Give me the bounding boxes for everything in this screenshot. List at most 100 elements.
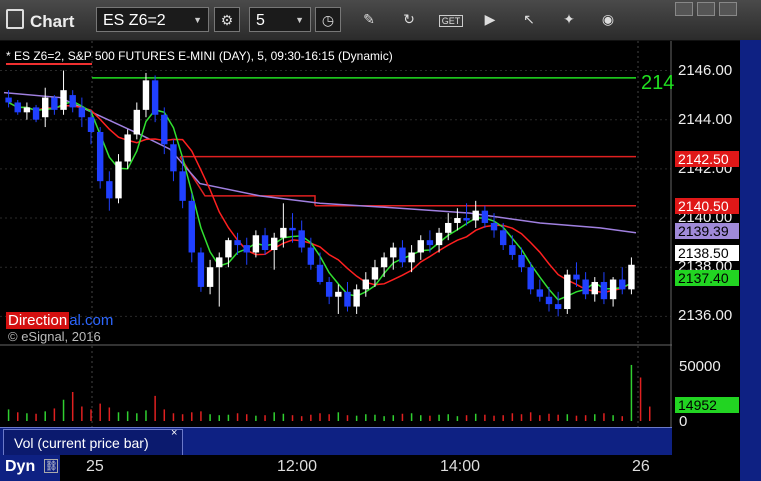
clock-icon: ◷ — [321, 12, 335, 28]
candle-body — [60, 90, 67, 110]
price-tick-label: 2136.00 — [678, 307, 733, 325]
green-level-text: 214 — [641, 72, 675, 94]
level-tag-red-upper: 2142.50 — [675, 151, 739, 167]
ma-green-tag: 2137.40 — [675, 270, 739, 286]
legend-color-line — [6, 63, 92, 65]
last-price-tag: 2138.50 — [675, 245, 739, 261]
dynamic-label[interactable]: Dyn — [5, 458, 35, 476]
price-tick-label: 2144.00 — [678, 110, 733, 128]
right-scrollbar[interactable] — [740, 40, 761, 481]
study-panel-bar: Vol (current price bar) — [0, 427, 672, 456]
candle-body — [243, 245, 250, 253]
time-label-25: 25 — [86, 458, 104, 475]
grid — [0, 41, 671, 427]
candle-body — [380, 257, 388, 268]
price-tick-label: 2146.00 — [678, 61, 733, 79]
volume-tag: 14952 — [675, 397, 739, 413]
window-title: Chart — [6, 9, 74, 32]
window-controls — [645, 2, 755, 16]
candle-body — [289, 227, 296, 231]
candle-body — [408, 252, 415, 263]
candle-body — [582, 279, 589, 295]
candle-body — [609, 279, 617, 300]
refresh-button[interactable]: ↻ — [396, 7, 422, 32]
candle-body — [371, 267, 379, 280]
candle-body — [142, 80, 150, 110]
candle-body — [527, 267, 534, 290]
symbol-selector[interactable]: ES Z6=2 ▼ — [96, 7, 209, 32]
candle-body — [509, 245, 516, 255]
price-chart[interactable] — [0, 41, 672, 455]
draw-tool-button[interactable]: ✎ — [356, 7, 382, 32]
candle-body — [344, 291, 351, 307]
close-icon[interactable]: × — [171, 427, 177, 439]
watermark-blue: al.com — [69, 312, 114, 329]
gear-icon: ⚙ — [220, 12, 234, 28]
candle-body — [42, 97, 49, 118]
maximize-button[interactable] — [697, 2, 715, 16]
time-label-1200: 12:00 — [277, 458, 318, 475]
candle-body — [106, 181, 113, 199]
candle-body — [445, 222, 452, 233]
study-tab-volume[interactable]: Vol (current price bar) — [3, 429, 183, 455]
candle-body — [628, 264, 635, 290]
legend-text: * ES Z6=2, S&P 500 FUTURES E-MINI (DAY),… — [6, 49, 393, 63]
pencil-icon: ✎ — [363, 11, 375, 27]
watermark: Direction al.com — [6, 312, 114, 329]
chevron-down-icon: ▼ — [193, 15, 202, 25]
candle-body — [124, 134, 131, 162]
candle-body — [298, 230, 305, 248]
symbol-value: ES Z6=2 — [103, 12, 166, 29]
candle-body — [197, 252, 205, 287]
level-step-line — [179, 156, 316, 206]
chart-window: Chart ES Z6=2 ▼ ⚙ 5 ▼ ◷ ✎ ↻ GET ▶ ↖ ✦ ◉ — [0, 0, 761, 481]
candle-body — [23, 107, 31, 113]
candle-body — [536, 289, 544, 297]
settings-gear-button[interactable]: ⚙ — [214, 7, 240, 32]
candle-body — [170, 144, 177, 172]
candle-body — [261, 235, 269, 251]
vwap-tag: 2139.39 — [675, 223, 739, 239]
candle-body — [252, 235, 260, 253]
minimize-button[interactable] — [675, 2, 693, 16]
cursor-button[interactable]: ↖ — [516, 7, 542, 32]
vol-axis-0: 0 — [679, 413, 688, 430]
candle-body — [362, 279, 370, 290]
candle-body — [216, 257, 223, 268]
candle-body — [87, 117, 95, 132]
snapshot-button[interactable]: ◉ — [595, 7, 621, 32]
candle-body — [270, 237, 278, 251]
interval-selector[interactable]: 5 ▼ — [249, 7, 311, 32]
candle-body — [32, 107, 40, 120]
cursor-icon: ↖ — [523, 11, 535, 27]
get-icon: GET — [438, 15, 464, 27]
candle-body — [280, 227, 287, 238]
candle-body — [390, 247, 397, 258]
time-button[interactable]: ◷ — [315, 7, 341, 32]
candles — [5, 70, 635, 317]
candle-body — [591, 281, 598, 295]
candle-body — [188, 200, 195, 253]
refresh-icon: ↻ — [403, 11, 415, 27]
link-icon[interactable]: ⛓ — [44, 459, 58, 473]
candle-body — [454, 218, 461, 223]
vol-axis-50000: 50000 — [679, 358, 721, 375]
candle-body — [335, 291, 342, 297]
get-data-button[interactable]: GET — [438, 7, 464, 32]
play-button[interactable]: ▶ — [477, 7, 503, 32]
candle-body — [115, 161, 122, 199]
toolbar: Chart ES Z6=2 ▼ ⚙ 5 ▼ ◷ ✎ ↻ GET ▶ ↖ ✦ ◉ — [0, 0, 761, 41]
candle-body — [206, 267, 214, 287]
restore-button[interactable] — [719, 2, 737, 16]
candle-body — [399, 247, 406, 263]
candle-body — [316, 264, 324, 282]
candle-body — [96, 131, 104, 182]
candle-body — [353, 289, 360, 307]
chart-legend: * ES Z6=2, S&P 500 FUTURES E-MINI (DAY),… — [6, 49, 393, 65]
chart-app-icon — [6, 9, 24, 29]
candle-body — [499, 230, 507, 246]
candle-body — [151, 80, 159, 115]
tools-button[interactable]: ✦ — [556, 7, 582, 32]
chevron-down-icon: ▼ — [295, 15, 304, 25]
candle-body — [554, 304, 562, 310]
